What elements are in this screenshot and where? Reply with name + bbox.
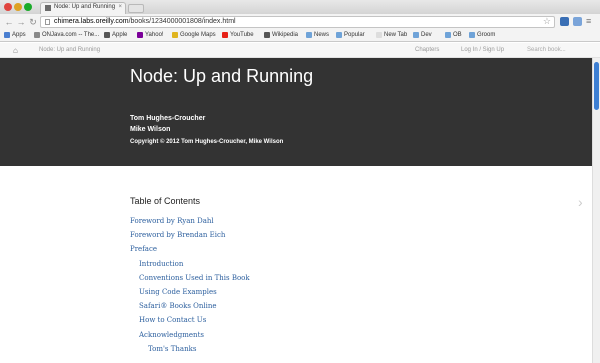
search-input[interactable]: Search book...: [527, 47, 566, 53]
bookmark-label: News: [314, 32, 330, 38]
browser-window: Node: Up and Running × ← → ↻ chimera.lab…: [0, 0, 600, 363]
chapters-link[interactable]: Chapters: [415, 47, 439, 53]
bookmark-item[interactable]: Apple: [104, 32, 127, 38]
tab-title: Node: Up and Running: [54, 4, 116, 10]
bookmark-icon: [104, 32, 110, 38]
bookmark-label: Popular: [344, 32, 365, 38]
toc-link[interactable]: Introduction: [139, 260, 183, 268]
home-icon[interactable]: ⌂: [13, 46, 18, 55]
bookmark-item[interactable]: Dev: [413, 32, 432, 38]
toc-link[interactable]: How to Contact Us: [139, 316, 206, 324]
breadcrumb[interactable]: Node: Up and Running: [39, 47, 100, 53]
bookmark-icon: [306, 32, 312, 38]
copyright: Copyright © 2012 Tom Hughes-Croucher, Mi…: [130, 139, 284, 145]
next-page-icon[interactable]: ›: [578, 194, 583, 210]
toc-link[interactable]: Foreword by Ryan Dahl: [130, 217, 214, 225]
reload-icon[interactable]: ↻: [28, 17, 38, 27]
toc-link[interactable]: Using Code Examples: [139, 288, 217, 296]
favicon-icon: [45, 5, 51, 11]
bookmark-item[interactable]: Google Maps: [172, 32, 216, 38]
tab-close-icon[interactable]: ×: [118, 4, 122, 10]
main-content: Table of Contents › Foreword by Ryan Dah…: [0, 166, 592, 363]
toc-link[interactable]: Preface: [130, 245, 157, 253]
minimize-window-button[interactable]: [14, 3, 22, 11]
bookmark-item[interactable]: Popular: [336, 32, 365, 38]
bookmark-item[interactable]: Wikipedia: [264, 32, 298, 38]
new-tab-button[interactable]: [128, 4, 144, 13]
forward-icon[interactable]: →: [16, 17, 26, 27]
bookmark-label: New Tab: [384, 32, 408, 38]
close-window-button[interactable]: [4, 3, 12, 11]
bookmark-icon: [222, 32, 228, 38]
bookmark-icon: [376, 32, 382, 38]
toc-link[interactable]: Foreword by Brendan Eich: [130, 231, 225, 239]
bookmark-label: Groom: [477, 32, 496, 38]
bookmark-label: Apple: [112, 32, 128, 38]
extension-icon[interactable]: [573, 17, 582, 26]
bookmark-label: Dev: [421, 32, 432, 38]
bookmark-icon: [336, 32, 342, 38]
url-text[interactable]: chimera.labs.oreilly.com/books/123400000…: [54, 18, 236, 25]
book-hero: Node: Up and Running Tom Hughes-Croucher…: [0, 58, 592, 166]
tab-bar: Node: Up and Running ×: [0, 0, 600, 14]
back-icon[interactable]: ←: [4, 17, 14, 27]
bookmark-icon: [469, 32, 475, 38]
browser-toolbar: ← → ↻ chimera.labs.oreilly.com/books/123…: [0, 14, 600, 31]
bookmark-icon: [413, 32, 419, 38]
page-icon: [45, 19, 50, 25]
bookmark-label: OB: [453, 32, 462, 38]
bookmark-icon: [172, 32, 178, 38]
bookmark-item[interactable]: OB: [445, 32, 462, 38]
author-name: Tom Hughes-Croucher: [130, 115, 206, 122]
author-name: Mike Wilson: [130, 126, 171, 133]
scrollbar-thumb[interactable]: [594, 62, 599, 110]
bookmark-label: YouTube: [230, 32, 254, 38]
bookmark-item[interactable]: New Tab: [376, 32, 407, 38]
bookmark-label: Yahoo!: [145, 32, 164, 38]
scrollbar[interactable]: [592, 58, 600, 363]
browser-tab-active[interactable]: Node: Up and Running ×: [40, 2, 126, 14]
bookmark-icon: [4, 32, 10, 38]
bookmark-item[interactable]: Apps: [4, 32, 26, 38]
bookmark-label: Apps: [12, 32, 26, 38]
bookmark-item[interactable]: Groom: [469, 32, 495, 38]
zoom-window-button[interactable]: [24, 3, 32, 11]
bookmark-icon: [34, 32, 40, 38]
bookmark-item[interactable]: YouTube: [222, 32, 254, 38]
extension-icon[interactable]: [560, 17, 569, 26]
bookmark-item[interactable]: Yahoo!: [137, 32, 164, 38]
toc-link[interactable]: Conventions Used in This Book: [139, 274, 250, 282]
bookmark-star-icon[interactable]: ☆: [543, 16, 551, 27]
book-title: Node: Up and Running: [130, 66, 314, 86]
url-path: /books/1234000001808/index.html: [128, 18, 236, 25]
bookmark-icon: [445, 32, 451, 38]
bookmark-label: Google Maps: [180, 32, 216, 38]
bookmarks-bar: Apps ONJava.com -- The... Apple Yahoo! Googl…: [0, 31, 600, 42]
menu-icon[interactable]: ≡: [586, 17, 595, 26]
bookmark-item[interactable]: ONJava.com -- The...: [34, 32, 99, 38]
toc-link[interactable]: Acknowledgments: [139, 331, 204, 339]
address-bar[interactable]: chimera.labs.oreilly.com/books/123400000…: [40, 16, 555, 28]
bookmark-icon: [137, 32, 143, 38]
bookmark-label: ONJava.com -- The...: [42, 32, 100, 38]
bookmark-label: Wikipedia: [272, 32, 299, 38]
toc-link[interactable]: Safari® Books Online: [139, 302, 217, 310]
url-host: chimera.labs.oreilly.com: [54, 18, 129, 25]
site-nav: ⌂ Node: Up and Running Chapters Log In /…: [0, 43, 600, 58]
login-link[interactable]: Log In / Sign Up: [461, 47, 504, 53]
toc-link[interactable]: Tom's Thanks: [148, 345, 196, 353]
toc-title: Table of Contents: [130, 196, 201, 206]
bookmark-item[interactable]: News: [306, 32, 329, 38]
bookmark-icon: [264, 32, 270, 38]
